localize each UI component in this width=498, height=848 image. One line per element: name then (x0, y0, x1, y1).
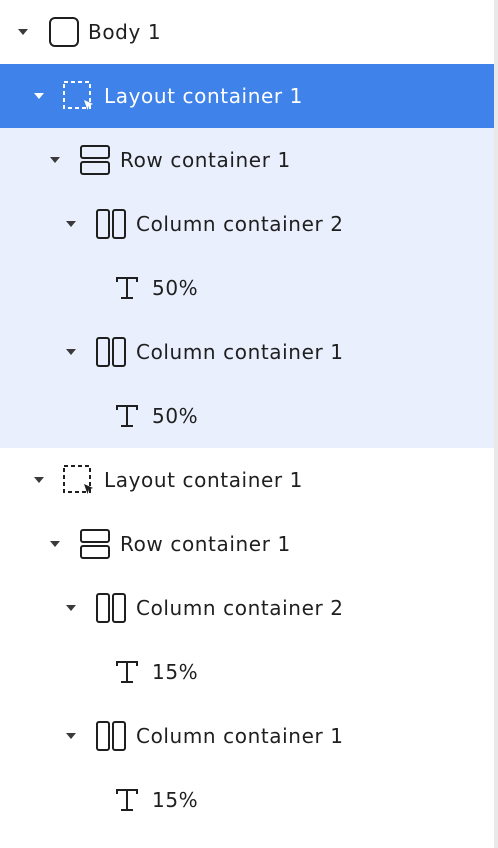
tree-item-label: 15% (152, 660, 199, 684)
collapse-caret-icon[interactable] (66, 221, 76, 227)
text-icon (111, 656, 143, 688)
tree-item-text[interactable]: 50% (0, 256, 494, 320)
tree-item-row-container[interactable]: Row container 1 (0, 128, 494, 192)
tree-item-column-container[interactable]: Column container 2 (0, 192, 494, 256)
tree-item-layout-container[interactable]: Layout container 1 (0, 448, 494, 512)
box-icon (48, 16, 80, 48)
row-container-icon (79, 144, 111, 176)
collapse-caret-icon[interactable] (50, 541, 60, 547)
tree-item-label: Column container 2 (136, 212, 344, 236)
column-container-icon (95, 592, 127, 624)
tree-item-layout-container-selected[interactable]: Layout container 1 (0, 64, 494, 128)
tree-item-label: 15% (152, 788, 199, 812)
collapse-caret-icon[interactable] (50, 157, 60, 163)
text-icon (111, 400, 143, 432)
tree-item-label: Layout container 1 (104, 84, 303, 108)
collapse-caret-icon[interactable] (66, 605, 76, 611)
tree-item-column-container[interactable]: Column container 2 (0, 576, 494, 640)
tree-item-label: Row container 1 (120, 148, 291, 172)
tree-item-text[interactable]: 15% (0, 768, 494, 832)
collapse-caret-icon[interactable] (18, 29, 28, 35)
tree-item-label: Column container 1 (136, 340, 344, 364)
column-container-icon (95, 208, 127, 240)
tree-item-row-container[interactable]: Row container 1 (0, 512, 494, 576)
column-container-icon (95, 336, 127, 368)
collapse-caret-icon[interactable] (66, 733, 76, 739)
layer-tree-panel: Body 1 Layout container 1 Row container … (0, 0, 494, 848)
collapse-caret-icon[interactable] (34, 93, 44, 99)
scrollbar-track[interactable] (494, 0, 498, 848)
tree-item-label: Body 1 (88, 20, 162, 44)
tree-item-column-container[interactable]: Column container 1 (0, 320, 494, 384)
tree-item-column-container[interactable]: Column container 1 (0, 704, 494, 768)
tree-item-label: Row container 1 (120, 532, 291, 556)
column-container-icon (95, 720, 127, 752)
text-icon (111, 784, 143, 816)
row-container-icon (79, 528, 111, 560)
collapse-caret-icon[interactable] (34, 477, 44, 483)
text-icon (111, 272, 143, 304)
tree-item-label: 50% (152, 404, 199, 428)
dashed-selection-cursor-icon (62, 80, 94, 112)
collapse-caret-icon[interactable] (66, 349, 76, 355)
tree-item-label: Column container 1 (136, 724, 344, 748)
dashed-selection-cursor-icon (62, 464, 94, 496)
tree-item-body[interactable]: Body 1 (0, 0, 494, 64)
tree-item-text[interactable]: 50% (0, 384, 494, 448)
tree-item-text[interactable]: 15% (0, 640, 494, 704)
layer-tree: Body 1 Layout container 1 Row container … (0, 0, 494, 832)
tree-item-label: 50% (152, 276, 199, 300)
tree-item-label: Column container 2 (136, 596, 344, 620)
tree-item-label: Layout container 1 (104, 468, 303, 492)
